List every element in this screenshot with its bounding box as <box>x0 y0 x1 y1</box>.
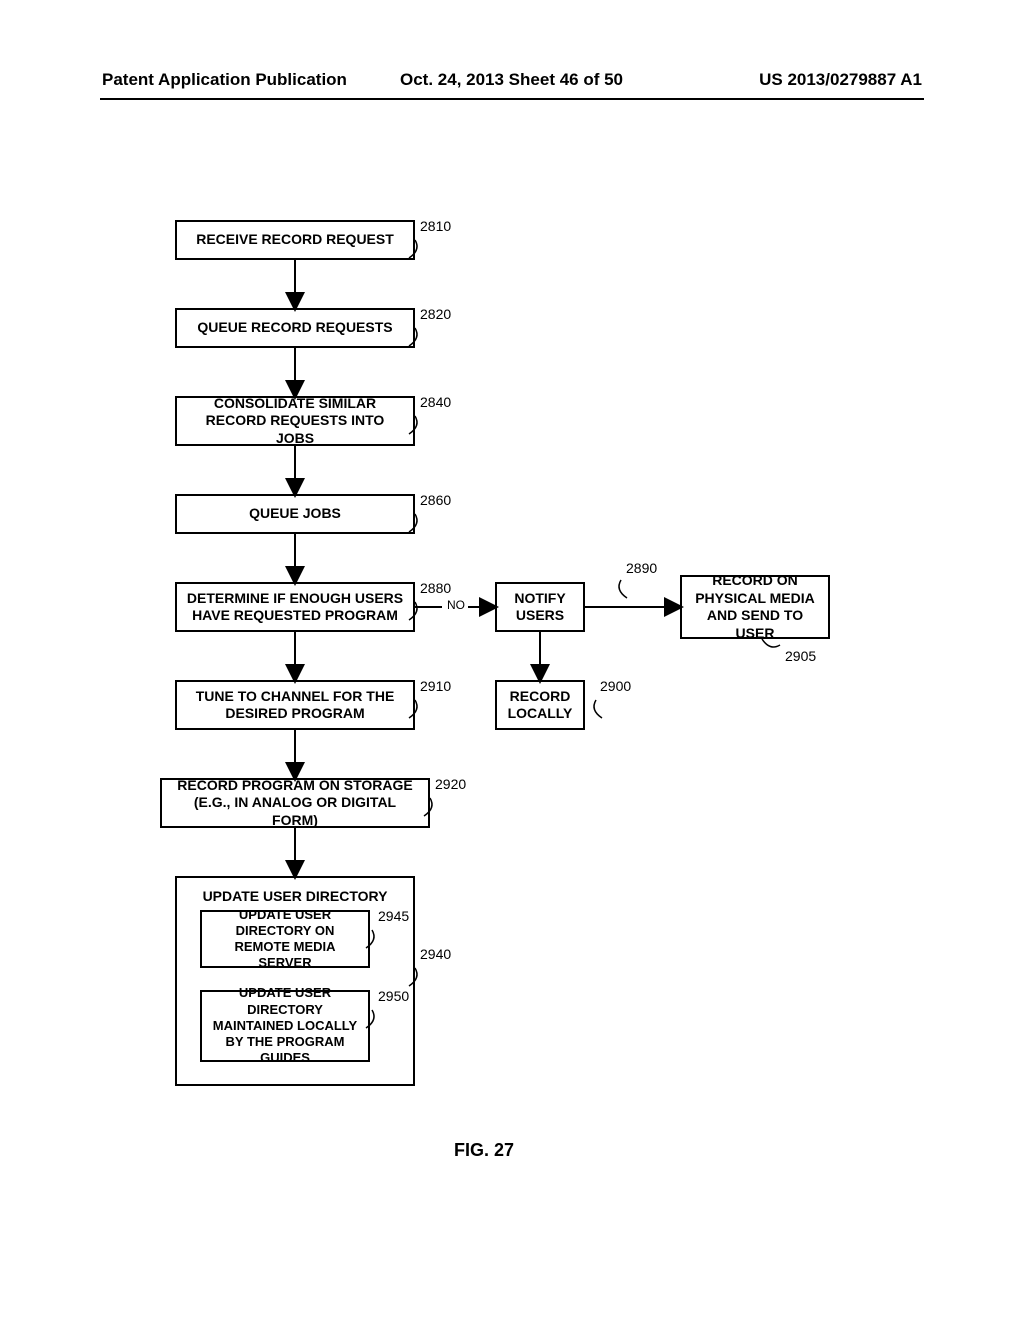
box-2905: RECORD ON PHYSICAL MEDIA AND SEND TO USE… <box>680 575 830 639</box>
box-2820: QUEUE RECORD REQUESTS <box>175 308 415 348</box>
figure-caption: FIG. 27 <box>454 1140 514 1161</box>
group-2940-title: UPDATE USER DIRECTORY <box>177 888 413 904</box>
ref-2810: 2810 <box>420 218 451 234</box>
box-2950: UPDATE USER DIRECTORY MAINTAINED LOCALLY… <box>200 990 370 1062</box>
box-2900: RECORD LOCALLY <box>495 680 585 730</box>
page: Patent Application Publication Oct. 24, … <box>0 0 1024 1320</box>
no-label: NO <box>447 598 465 612</box>
box-2890: NOTIFY USERS <box>495 582 585 632</box>
box-2910: TUNE TO CHANNEL FOR THE DESIRED PROGRAM <box>175 680 415 730</box>
header-rule <box>100 98 924 100</box>
ref-2945: 2945 <box>378 908 409 924</box>
ref-2905: 2905 <box>785 648 816 664</box>
ref-2950: 2950 <box>378 988 409 1004</box>
box-2840: CONSOLIDATE SIMILAR RECORD REQUESTS INTO… <box>175 396 415 446</box>
box-2920: RECORD PROGRAM ON STORAGE (E.G., IN ANAL… <box>160 778 430 828</box>
ref-2860: 2860 <box>420 492 451 508</box>
ref-2890: 2890 <box>626 560 657 576</box>
ref-2940: 2940 <box>420 946 451 962</box>
ref-2910: 2910 <box>420 678 451 694</box>
ref-2880: 2880 <box>420 580 451 596</box>
flow-arrows <box>0 0 1024 1320</box>
header-left: Patent Application Publication <box>102 70 347 90</box>
header-right: US 2013/0279887 A1 <box>759 70 922 90</box>
header-mid: Oct. 24, 2013 Sheet 46 of 50 <box>400 70 623 90</box>
ref-2840: 2840 <box>420 394 451 410</box>
box-2945: UPDATE USER DIRECTORY ON REMOTE MEDIA SE… <box>200 910 370 968</box>
ref-2920: 2920 <box>435 776 466 792</box>
ref-2900: 2900 <box>600 678 631 694</box>
box-2860: QUEUE JOBS <box>175 494 415 534</box>
ref-2820: 2820 <box>420 306 451 322</box>
box-2880: DETERMINE IF ENOUGH USERS HAVE REQUESTED… <box>175 582 415 632</box>
box-2810: RECEIVE RECORD REQUEST <box>175 220 415 260</box>
